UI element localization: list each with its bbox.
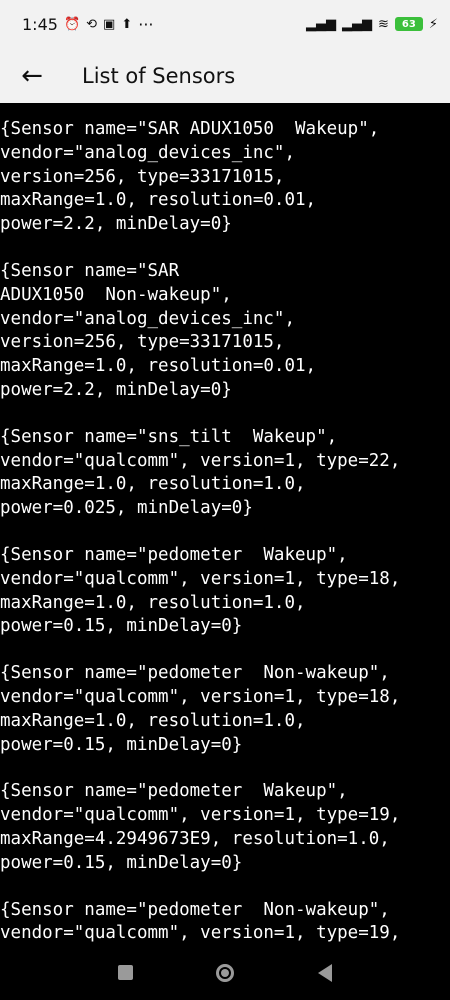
- recents-icon: [117, 965, 133, 980]
- charging-icon: ⚡: [428, 16, 438, 32]
- upload-icon: ⬆: [121, 16, 133, 32]
- battery-icon: 63: [394, 17, 423, 31]
- sensor-entry: {Sensor name="sns_tilt Wakeup", vendor="…: [0, 426, 401, 519]
- home-icon: [216, 963, 234, 982]
- sensor-entry: {Sensor name="pedometer Wakeup", vendor=…: [0, 544, 401, 637]
- back-arrow-icon[interactable]: ←: [0, 48, 64, 103]
- home-button[interactable]: [175, 945, 275, 1000]
- app-bar: ← List of Sensors: [0, 48, 450, 103]
- sensor-entry: {Sensor name="SAR ADUX1050 Wakeup", vend…: [0, 119, 380, 235]
- signal-icon: ▂▄▆: [305, 16, 336, 32]
- sensor-entry: {Sensor name="pedometer Non-wakeup", ven…: [0, 663, 401, 755]
- sensor-entry: {Sensor name="pedometer Wakeup", vendor=…: [0, 781, 401, 873]
- back-button[interactable]: [275, 945, 375, 1000]
- alarm-icon: ⏰: [63, 16, 81, 32]
- sync-icon: ⟲: [86, 16, 98, 32]
- sensor-list[interactable]: {Sensor name="SAR ADUX1050 Wakeup", vend…: [0, 103, 450, 945]
- status-bar: 1:45 ⏰ ⟲ ▣ ⬆ ··· ▂▄▆ ▂▄▆ ≋ 63 ⚡: [0, 0, 450, 48]
- clock: 1:45: [22, 14, 58, 34]
- sensor-entry: {Sensor name="SAR ADUX1050 Non-wakeup", …: [0, 260, 317, 400]
- more-icon: ···: [138, 14, 154, 34]
- sensor-entry: {Sensor name="pedometer Non-wakeup", ven…: [0, 899, 401, 944]
- page-title: List of Sensors: [82, 63, 236, 88]
- wifi-icon: ≋: [377, 16, 389, 32]
- data-icon: ▣: [103, 16, 116, 32]
- signal-icon-2: ▂▄▆: [341, 16, 372, 32]
- navigation-bar: [0, 945, 450, 1000]
- recents-button[interactable]: [75, 945, 175, 1000]
- back-icon: [318, 963, 332, 982]
